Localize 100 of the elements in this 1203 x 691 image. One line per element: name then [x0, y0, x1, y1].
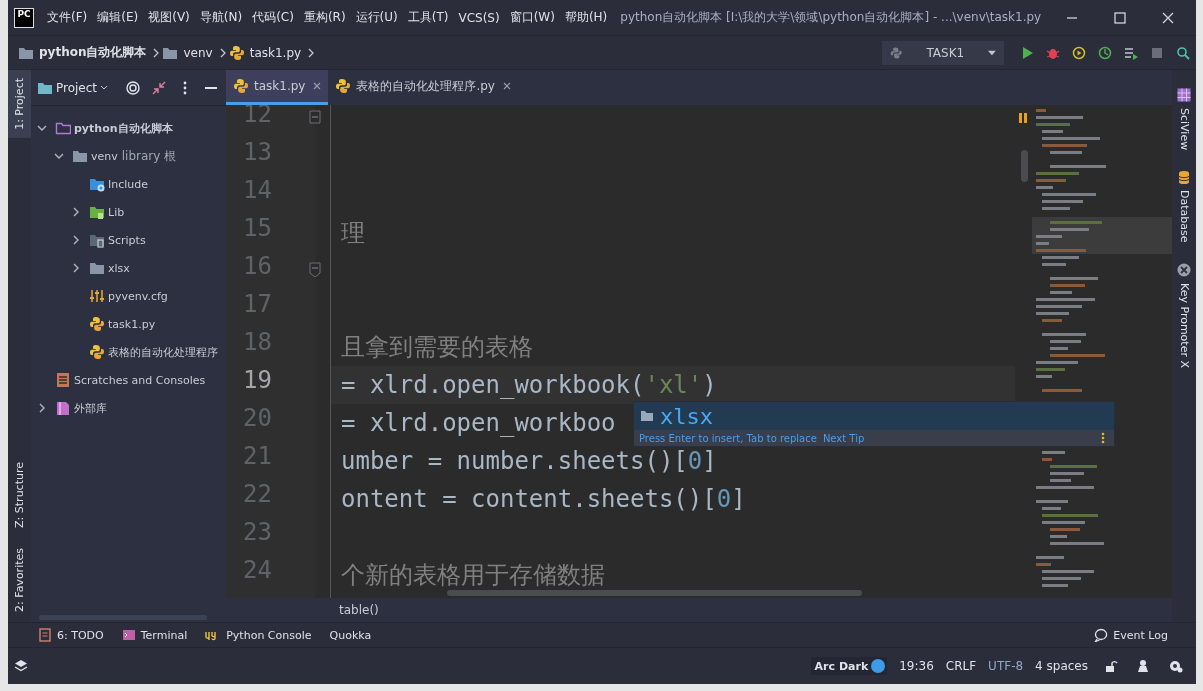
chevron-right-icon[interactable] — [37, 403, 47, 413]
indent-setting[interactable]: 4 spaces — [1035, 659, 1088, 673]
speech-bubble-icon — [1094, 628, 1109, 642]
tool-window-button[interactable]: Quokka — [329, 628, 372, 642]
run-configuration-dropdown[interactable]: TASK1 — [882, 40, 1004, 65]
menu-item[interactable]: 代码(C) — [252, 9, 294, 26]
tool-window-tab[interactable]: 2: Favorites — [8, 538, 31, 622]
line-number: 21 — [242, 442, 273, 472]
run-list-icon[interactable] — [1124, 45, 1138, 60]
tool-window-tab[interactable]: Z: Structure — [8, 452, 31, 539]
chevron-right-icon — [307, 47, 316, 58]
tree-item[interactable]: Scripts — [89, 232, 146, 248]
folder-icon — [89, 260, 105, 276]
code-breadcrumb[interactable]: table() — [339, 603, 379, 617]
breadcrumb-item[interactable]: venv — [162, 44, 213, 61]
search-icon[interactable] — [1176, 45, 1190, 60]
editor-tab[interactable]: 表格的自动化处理程序.py — [328, 70, 518, 105]
caret-position[interactable]: 19:36 — [899, 659, 934, 673]
run-icon[interactable] — [1020, 45, 1034, 60]
scrollbar[interactable] — [447, 590, 862, 596]
folder-icon — [55, 120, 71, 136]
menu-item[interactable]: 工具(T) — [407, 9, 449, 26]
next-tip-link[interactable]: Next Tip — [822, 432, 865, 444]
tool-window-button[interactable]: Terminal — [121, 628, 188, 642]
python-icon — [89, 316, 105, 332]
collapse-icon[interactable] — [152, 80, 167, 95]
terminal-icon — [121, 628, 136, 642]
menu-item[interactable]: 视图(V) — [148, 9, 190, 26]
menu-item[interactable]: 运行(U) — [355, 9, 398, 26]
sliders-icon — [89, 288, 105, 304]
tree-item[interactable]: xlsx — [89, 260, 130, 276]
promoter-icon — [1177, 262, 1191, 277]
window-title: python自动化脚本 [I:\我的大学\领域\python自动化脚本] - ...\venv\task1.py — [620, 9, 1043, 26]
fold-marker-icon[interactable] — [309, 110, 321, 124]
code-line: ontent = content.sheets()[0] — [341, 485, 746, 513]
scrollbar[interactable] — [1021, 150, 1028, 182]
menu-item[interactable]: 帮助(H) — [564, 9, 608, 26]
library-icon — [55, 400, 71, 416]
tree-item[interactable]: python自动化脚本 — [55, 120, 173, 136]
chevron-right-icon[interactable] — [71, 263, 81, 273]
tree-item[interactable]: venv — [72, 148, 118, 164]
tool-window-tab[interactable]: Key Promoter X — [1172, 252, 1196, 378]
tree-item[interactable]: Scratches and Consoles — [55, 372, 206, 388]
database-icon — [1177, 170, 1191, 185]
lock-icon[interactable] — [1104, 659, 1120, 673]
code-line: 个新的表格用于存储数据 — [341, 560, 605, 591]
python-icon — [335, 78, 352, 94]
line-separator[interactable]: CRLF — [945, 659, 977, 673]
menu-item[interactable]: 窗口(W) — [509, 9, 555, 26]
coverage-icon[interactable] — [1072, 45, 1086, 60]
close-icon[interactable] — [1162, 11, 1174, 24]
stop-icon[interactable] — [1150, 45, 1164, 60]
close-icon[interactable] — [503, 82, 511, 90]
tree-item[interactable]: task1.py — [89, 316, 156, 332]
menu-item[interactable]: 导航(N) — [199, 9, 243, 26]
grid-icon — [1177, 88, 1191, 102]
fold-marker-icon[interactable] — [309, 262, 321, 278]
breadcrumb-item[interactable]: task1.py — [228, 44, 302, 61]
editor-tab[interactable]: task1.py — [226, 70, 329, 105]
tree-item[interactable]: pyvenv.cfg — [89, 288, 168, 304]
folder-icon — [640, 410, 654, 422]
theme-indicator[interactable]: Arc Dark — [810, 657, 888, 675]
status-dot-icon — [871, 659, 886, 673]
menu-item[interactable]: 文件(F) — [47, 9, 88, 26]
chevron-down-icon[interactable] — [54, 151, 64, 161]
code-line: = xlrd.open_workbook('xl') — [341, 371, 717, 399]
project-view-dropdown[interactable]: Project — [37, 80, 109, 95]
code-line: 且拿到需要的表格 — [341, 332, 533, 363]
profiler-icon[interactable] — [1098, 45, 1112, 60]
tree-item[interactable]: 外部库 — [55, 400, 107, 416]
tree-item[interactable]: Lib — [89, 204, 125, 220]
menu-item[interactable]: 编辑(E) — [97, 9, 139, 26]
chevron-down-icon[interactable] — [37, 123, 47, 133]
caret-icon — [100, 84, 109, 91]
completion-item[interactable]: xlsx — [634, 402, 1114, 430]
breadcrumb-item[interactable]: python自动化脚本 — [18, 44, 147, 61]
chevron-right-icon[interactable] — [71, 235, 81, 245]
tool-window-button[interactable]: 6: TODO — [38, 628, 104, 642]
chevron-right-icon[interactable] — [71, 207, 81, 217]
event-log-button[interactable]: Event Log — [1094, 628, 1168, 642]
python-icon — [89, 344, 105, 360]
tool-window-tab[interactable]: SciView — [1172, 78, 1196, 161]
file-encoding[interactable]: UTF-8 — [988, 659, 1024, 673]
folder-icon — [89, 204, 105, 220]
menu-item[interactable]: VCS(S) — [458, 10, 500, 25]
tool-window-tab[interactable]: Database — [1172, 160, 1196, 253]
target-icon[interactable] — [126, 80, 141, 95]
code-line: 理 — [341, 218, 365, 249]
todo-icon — [38, 628, 52, 642]
layers-icon[interactable] — [14, 659, 28, 673]
maximize-icon[interactable] — [1114, 11, 1126, 24]
close-icon[interactable] — [313, 82, 322, 90]
tool-window-button[interactable]: Python Console — [205, 628, 312, 642]
more-icon[interactable] — [1101, 432, 1105, 444]
line-number: 24 — [242, 556, 273, 586]
menu-item[interactable]: 重构(R) — [303, 9, 346, 26]
line-number: 13 — [242, 138, 273, 168]
tool-window-tab[interactable]: 1: Project — [8, 70, 31, 138]
tree-item[interactable]: 表格的自动化处理程序 — [89, 344, 218, 360]
tree-item[interactable]: Include — [89, 176, 149, 192]
